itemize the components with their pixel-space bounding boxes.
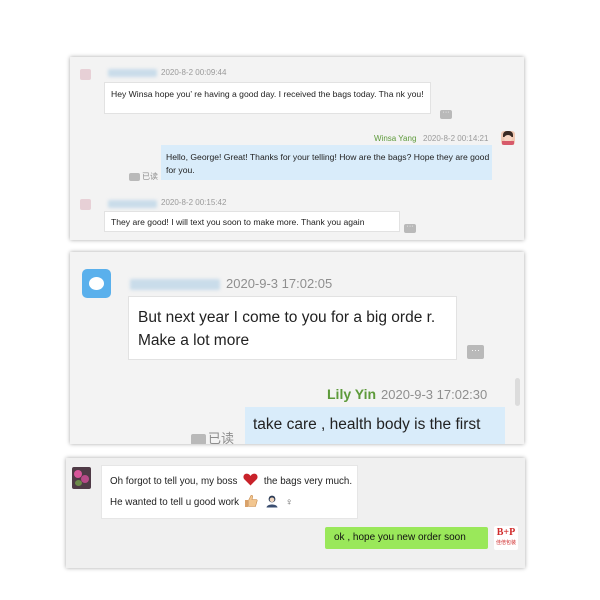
logo-subtext: 佳倍包装 bbox=[495, 540, 516, 546]
chat-panel-3: Oh forgot to tell you, my boss the bags … bbox=[66, 458, 525, 568]
heart-icon bbox=[243, 473, 258, 486]
more-options-icon[interactable] bbox=[129, 172, 140, 181]
message-bubble[interactable]: But next year I come to you for a big or… bbox=[128, 296, 457, 360]
logo: B+P bbox=[496, 527, 516, 538]
message-text: They are good! I will text you soon to m… bbox=[111, 217, 365, 227]
message-bubble[interactable]: Hello, George! Great! Thanks for your te… bbox=[161, 145, 492, 180]
more-options-icon[interactable] bbox=[191, 434, 206, 444]
scrollbar[interactable] bbox=[515, 378, 520, 406]
sender-name-blurred bbox=[108, 69, 157, 77]
thumbs-up-icon bbox=[244, 495, 258, 507]
message-bubble[interactable]: Hey Winsa hope you’ re having a good day… bbox=[104, 82, 431, 114]
message-text: Hey Winsa hope you’ re having a good day… bbox=[111, 89, 424, 99]
read-receipt: 已读 bbox=[191, 428, 234, 444]
message-timestamp: 2020-8-2 00:14:21 bbox=[423, 134, 489, 143]
message-timestamp: 2020-9-3 17:02:05 bbox=[226, 276, 333, 291]
message-bubble[interactable]: ok , hope you new order soon bbox=[325, 527, 488, 549]
chat-panel-2: 2020-9-3 17:02:05 But next year I come t… bbox=[70, 252, 524, 444]
more-options-icon[interactable]: ··· bbox=[440, 109, 452, 119]
more-options-icon[interactable]: ··· bbox=[404, 223, 416, 233]
chat-panel-1: 2020-8-2 00:09:44 Hey Winsa hope you’ re… bbox=[70, 57, 524, 240]
avatar[interactable] bbox=[501, 131, 515, 145]
more-options-icon[interactable]: ··· bbox=[467, 345, 484, 359]
avatar[interactable]: B+P 佳倍包装 bbox=[494, 526, 518, 550]
message-text: take care , health body is the first bbox=[253, 416, 481, 433]
sender-name-blurred bbox=[130, 279, 220, 290]
message-bubble[interactable]: take care , health body is the first bbox=[245, 407, 505, 444]
read-receipt: 已读 bbox=[129, 171, 158, 182]
sender-name: Winsa Yang bbox=[374, 134, 417, 143]
avatar[interactable] bbox=[72, 467, 91, 489]
message-text: ok , hope you new order soon bbox=[334, 532, 466, 543]
message-timestamp: 2020-8-2 00:09:44 bbox=[161, 68, 227, 77]
message-text: But next year I come to you for a big or… bbox=[138, 309, 436, 349]
message-text: Hello, George! Great! Thanks for your te… bbox=[166, 152, 490, 175]
sender-name: Lily Yin bbox=[327, 386, 377, 402]
avatar[interactable] bbox=[80, 199, 91, 210]
female-sign-icon: ♀ bbox=[285, 497, 293, 508]
sender-name-blurred bbox=[108, 200, 157, 208]
message-timestamp: 2020-8-2 00:15:42 bbox=[161, 198, 227, 207]
message-bubble[interactable]: Oh forgot to tell you, my boss the bags … bbox=[101, 465, 358, 519]
avatar[interactable] bbox=[80, 69, 91, 80]
message-bubble[interactable]: They are good! I will text you soon to m… bbox=[104, 211, 400, 232]
user-emoji-icon bbox=[266, 495, 278, 508]
message-text: Oh forgot to tell you, my boss bbox=[110, 476, 238, 487]
avatar[interactable] bbox=[82, 269, 111, 298]
message-timestamp: 2020-9-3 17:02:30 bbox=[381, 387, 488, 402]
